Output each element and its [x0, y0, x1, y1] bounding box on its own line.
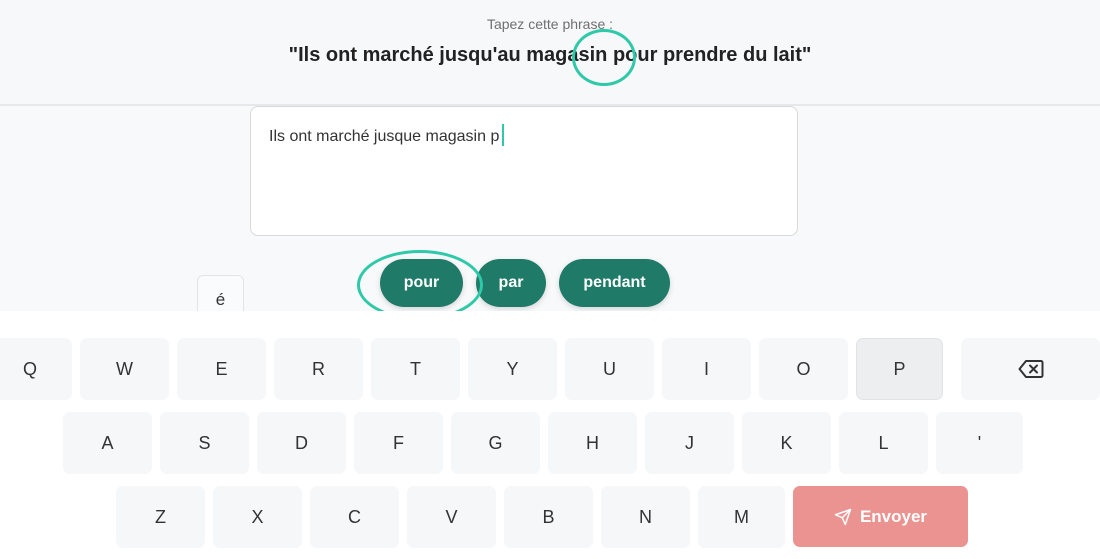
key-f[interactable]: F	[354, 412, 443, 474]
key-z[interactable]: Z	[116, 486, 205, 548]
virtual-keyboard: Q W E R T Y U I O P A S D F G H J K L ' …	[0, 311, 1100, 559]
backspace-key[interactable]	[961, 338, 1100, 400]
phrase-highlight-word: pour	[612, 44, 658, 66]
key-p[interactable]: P	[856, 338, 943, 400]
key-a[interactable]: A	[63, 412, 152, 474]
backspace-icon	[1018, 359, 1044, 379]
key-m[interactable]: M	[698, 486, 785, 548]
key-v[interactable]: V	[407, 486, 496, 548]
key-w[interactable]: W	[80, 338, 169, 400]
suggestion-bar: pour par pendant	[0, 259, 1100, 307]
suggestion-pour[interactable]: pour	[380, 259, 463, 307]
key-apostrophe[interactable]: '	[936, 412, 1023, 474]
text-input-area[interactable]: Ils ont marché jusque magasin p	[250, 106, 798, 236]
key-g[interactable]: G	[451, 412, 540, 474]
key-x[interactable]: X	[213, 486, 302, 548]
key-d[interactable]: D	[257, 412, 346, 474]
send-icon	[834, 508, 852, 526]
send-label: Envoyer	[859, 506, 928, 526]
input-text: Ils ont marché jusque magasin p	[269, 124, 505, 148]
prompt-header: Tapez cette phrase : "Ils ont marché jus…	[0, 0, 1100, 106]
key-y[interactable]: Y	[468, 338, 557, 400]
key-n[interactable]: N	[601, 486, 690, 548]
phrase-after: prendre du lait"	[657, 44, 812, 66]
key-s[interactable]: S	[160, 412, 249, 474]
key-c[interactable]: C	[310, 486, 399, 548]
prompt-label: Tapez cette phrase :	[486, 16, 614, 32]
key-i[interactable]: I	[662, 338, 751, 400]
text-caret	[502, 124, 505, 146]
suggestion-pendant[interactable]: pendant	[559, 259, 670, 307]
key-k[interactable]: K	[742, 412, 831, 474]
send-button[interactable]: Envoyer	[793, 486, 968, 547]
key-u[interactable]: U	[565, 338, 654, 400]
suggestion-par[interactable]: par	[476, 259, 546, 307]
key-q[interactable]: Q	[0, 338, 72, 400]
key-h[interactable]: H	[548, 412, 637, 474]
target-phrase: "Ils ont marché jusqu'au magasin pour pr…	[0, 44, 1100, 67]
key-e[interactable]: E	[177, 338, 266, 400]
key-r[interactable]: R	[274, 338, 363, 400]
phrase-before: "Ils ont marché jusqu'au magasin	[288, 44, 613, 66]
key-o[interactable]: O	[759, 338, 848, 400]
key-t[interactable]: T	[371, 338, 460, 400]
key-j[interactable]: J	[645, 412, 734, 474]
input-value: Ils ont marché jusque magasin p	[269, 128, 500, 146]
key-l[interactable]: L	[839, 412, 928, 474]
key-b[interactable]: B	[504, 486, 593, 548]
